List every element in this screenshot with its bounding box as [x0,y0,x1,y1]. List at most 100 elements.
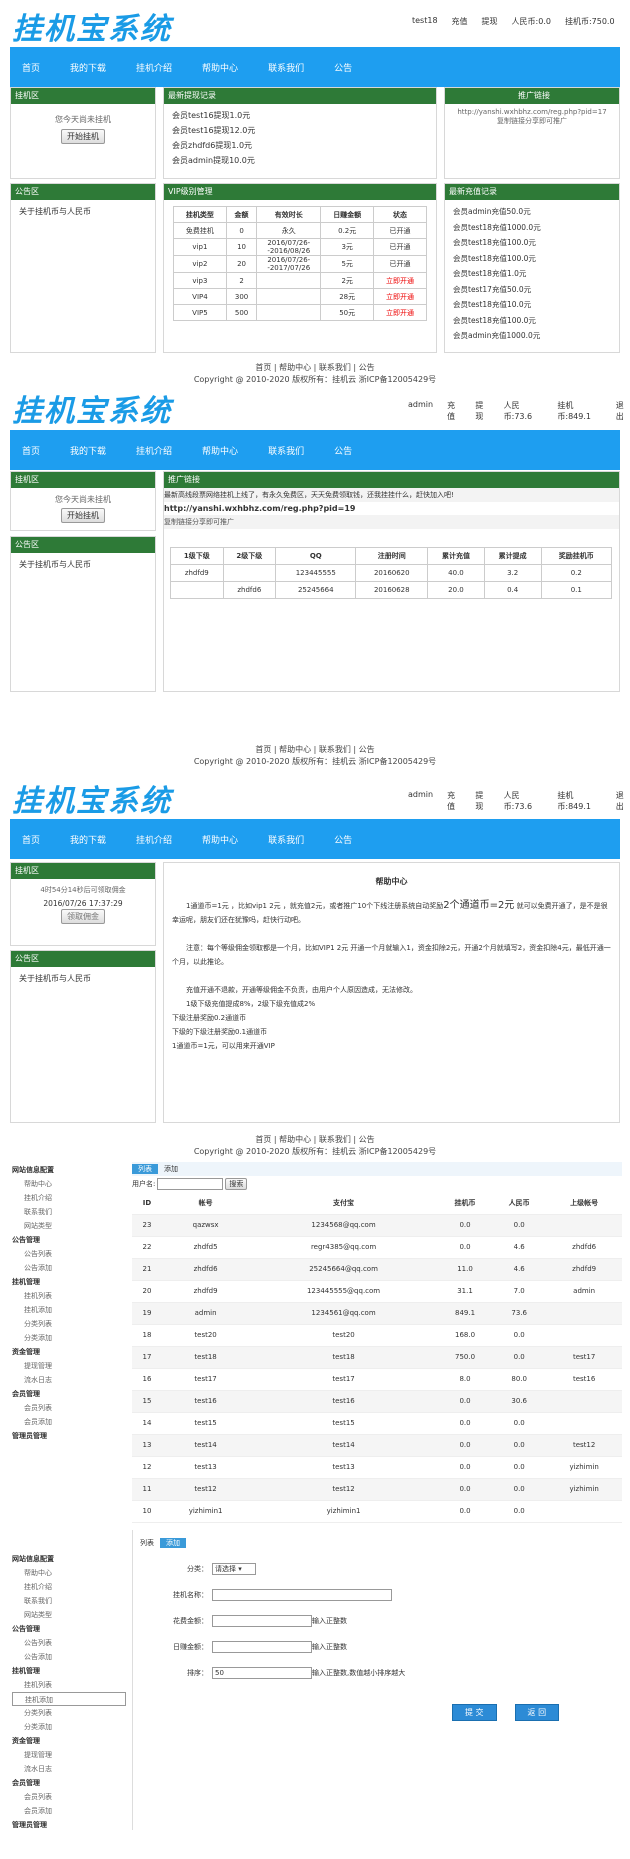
nav-downloads[interactable]: 我的下载 [70,444,106,457]
name-input[interactable] [212,1589,392,1601]
nav-downloads[interactable]: 我的下载 [70,833,106,846]
sidebar-item[interactable]: 公告列表 [12,1636,126,1650]
nav-intro[interactable]: 挂机介绍 [136,833,172,846]
sidebar-item[interactable]: 公告添加 [12,1650,126,1664]
recharge-link[interactable]: 充值 [452,16,468,27]
notice-item[interactable]: 关于挂机币与人民币 [11,553,155,576]
sidebar-item[interactable]: 流水日志 [12,1762,126,1776]
nav-contact[interactable]: 联系我们 [268,444,304,457]
sidebar-item[interactable]: 提现管理 [12,1748,126,1762]
footer-links[interactable]: 首页 | 帮助中心 | 联系我们 | 公告 [0,362,630,374]
logout-link[interactable]: 退出 [616,400,630,422]
sidebar-item[interactable]: 分类添加 [12,1331,122,1345]
submit-button[interactable]: 提 交 [452,1704,497,1721]
sidebar-item[interactable]: 联系我们 [12,1205,122,1219]
footer-links[interactable]: 首页 | 帮助中心 | 联系我们 | 公告 [0,1134,630,1146]
sidebar-item[interactable]: 分类添加 [12,1720,126,1734]
sidebar-item[interactable]: 分类列表 [12,1706,126,1720]
nav-help[interactable]: 帮助中心 [202,61,238,74]
sidebar-group[interactable]: 挂机管理 [12,1664,126,1678]
sort-input[interactable]: 50 [212,1667,312,1679]
promo-url[interactable]: http://yanshi.wxhbhz.com/reg.php?pid=17 [445,104,619,116]
table-row[interactable]: 16 test17 test17 8.0 80.0 test16 [132,1368,622,1391]
table-row[interactable]: 15 test16 test16 0.0 30.6 [132,1390,622,1413]
tab-list[interactable]: 列表 [140,1538,154,1548]
table-row[interactable]: 13 test14 test14 0.0 0.0 test12 [132,1434,622,1457]
sidebar-group[interactable]: 网站信息配置 [12,1552,126,1566]
price-input[interactable] [212,1615,312,1627]
withdraw-link[interactable]: 提现 [475,400,489,422]
table-row[interactable]: 21 zhdfd6 25245664@qq.com 11.0 4.6 zhdfd9 [132,1258,622,1281]
nav-notice[interactable]: 公告 [334,61,352,74]
open-vip-link[interactable]: 立即开通 [373,288,427,305]
nav-intro[interactable]: 挂机介绍 [136,61,172,74]
sidebar-group[interactable]: 网站信息配置 [12,1163,122,1177]
table-row[interactable]: 20 zhdfd9 123445555@qq.com 31.1 7.0 admin [132,1280,622,1303]
table-row[interactable]: 10 yizhimin1 yizhimin1 0.0 0.0 [132,1500,622,1523]
sidebar-item[interactable]: 公告列表 [12,1247,122,1261]
table-row[interactable]: 19 admin 1234561@qq.com 849.1 73.6 [132,1302,622,1325]
notice-item[interactable]: 关于挂机币与人民币 [11,200,155,223]
claim-button[interactable]: 领取佣金 [61,909,105,924]
sidebar-item[interactable]: 会员添加 [12,1804,126,1818]
nav-intro[interactable]: 挂机介绍 [136,444,172,457]
sidebar-item[interactable]: 会员列表 [12,1401,122,1415]
tab-add[interactable]: 添加 [164,1164,178,1174]
table-row[interactable]: 23 qazwsx 1234568@qq.com 0.0 0.0 [132,1214,622,1237]
search-button[interactable]: 搜索 [225,1178,248,1190]
withdraw-link[interactable]: 提现 [475,790,489,812]
recharge-link[interactable]: 充值 [447,400,461,422]
sidebar-group[interactable]: 会员管理 [12,1776,126,1790]
tab-add[interactable]: 添加 [160,1538,186,1548]
sidebar-item[interactable]: 会员添加 [12,1415,122,1429]
logout-link[interactable]: 退出 [616,790,630,812]
search-input[interactable] [157,1178,224,1190]
sidebar-item-active[interactable]: 挂机添加 [12,1692,126,1706]
sidebar-group[interactable]: 管理员管理 [12,1818,126,1832]
sidebar-group[interactable]: 公告管理 [12,1622,126,1636]
nav-notice[interactable]: 公告 [334,833,352,846]
sidebar-item[interactable]: 联系我们 [12,1594,126,1608]
nav-home[interactable]: 首页 [22,444,40,457]
table-row[interactable]: 17 test18 test18 750.0 0.0 test17 [132,1346,622,1369]
nav-contact[interactable]: 联系我们 [268,833,304,846]
nav-home[interactable]: 首页 [22,61,40,74]
promo-url[interactable]: http://yanshi.wxhbhz.com/reg.php?pid=19 [164,502,619,515]
tab-list[interactable]: 列表 [132,1164,158,1174]
footer-links[interactable]: 首页 | 帮助中心 | 联系我们 | 公告 [0,744,630,756]
table-row[interactable]: 12 test13 test13 0.0 0.0 yizhimin [132,1456,622,1479]
nav-contact[interactable]: 联系我们 [268,61,304,74]
sidebar-item[interactable]: 分类列表 [12,1317,122,1331]
recharge-link[interactable]: 充值 [447,790,461,812]
nav-help[interactable]: 帮助中心 [202,833,238,846]
nav-notice[interactable]: 公告 [334,444,352,457]
sidebar-item[interactable]: 流水日志 [12,1373,122,1387]
sidebar-group[interactable]: 会员管理 [12,1387,122,1401]
nav-help[interactable]: 帮助中心 [202,444,238,457]
sidebar-item[interactable]: 帮助中心 [12,1177,122,1191]
username[interactable]: test18 [412,16,438,27]
back-button[interactable]: 返 回 [514,1704,560,1721]
username[interactable]: admin [408,790,433,812]
table-row[interactable]: 22 zhdfd5 regr4385@qq.com 0.0 4.6 zhdfd6 [132,1236,622,1259]
nav-downloads[interactable]: 我的下载 [70,61,106,74]
sidebar-group[interactable]: 资金管理 [12,1734,126,1748]
table-row[interactable]: 14 test15 test15 0.0 0.0 [132,1412,622,1435]
sidebar-item[interactable]: 挂机添加 [12,1303,122,1317]
category-select[interactable]: 请选择 ▾ [212,1563,256,1575]
table-row[interactable]: 11 test12 test12 0.0 0.0 yizhimin [132,1478,622,1501]
sidebar-item[interactable]: 提现管理 [12,1359,122,1373]
sidebar-item[interactable]: 网站类型 [12,1219,122,1233]
sidebar-item[interactable]: 帮助中心 [12,1566,126,1580]
sidebar-item[interactable]: 挂机介绍 [12,1580,126,1594]
table-row[interactable]: 18 test20 test20 168.0 0.0 [132,1324,622,1347]
open-vip-link[interactable]: 立即开通 [373,304,427,321]
nav-home[interactable]: 首页 [22,833,40,846]
username[interactable]: admin [408,400,433,422]
sidebar-item[interactable]: 公告添加 [12,1261,122,1275]
open-vip-link[interactable]: 立即开通 [373,272,427,289]
start-hang-button[interactable]: 开始挂机 [61,129,105,144]
sidebar-item[interactable]: 网站类型 [12,1608,126,1622]
notice-item[interactable]: 关于挂机币与人民币 [11,967,155,990]
withdraw-link[interactable]: 提现 [482,16,498,27]
